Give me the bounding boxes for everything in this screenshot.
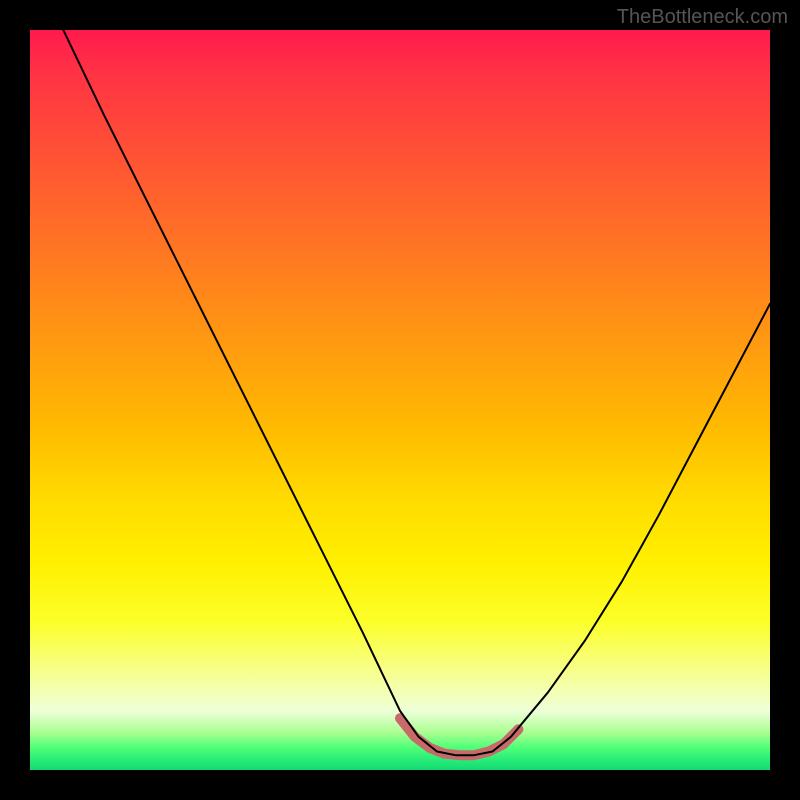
plot-area <box>30 30 770 770</box>
chart-svg <box>30 30 770 770</box>
watermark-text: TheBottleneck.com <box>617 6 788 29</box>
bottleneck-curve <box>63 30 770 755</box>
